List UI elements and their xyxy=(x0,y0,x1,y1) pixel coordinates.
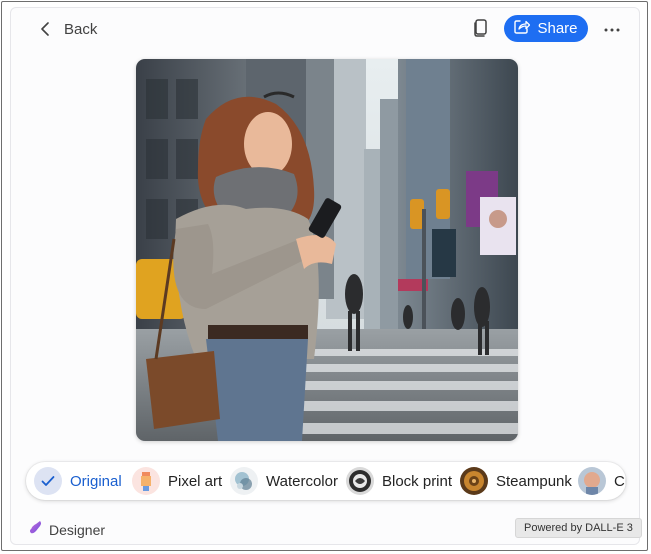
style-label: Cla xyxy=(614,472,626,490)
chevron-left-icon xyxy=(40,22,50,36)
generated-image xyxy=(136,59,518,441)
style-label: Watercolor xyxy=(266,472,338,490)
share-label: Share xyxy=(537,20,578,37)
copy-icon xyxy=(472,19,490,42)
clay-thumbnail-icon xyxy=(578,467,606,495)
style-chip-pixel-art[interactable]: Pixel art xyxy=(132,466,222,496)
style-chip-steampunk[interactable]: Steampunk xyxy=(460,466,572,496)
style-selector-bar: Original Pixel art Watercolor Block prin… xyxy=(26,462,626,500)
style-chip-watercolor[interactable]: Watercolor xyxy=(230,466,338,496)
steampunk-thumbnail-icon xyxy=(460,467,488,495)
block-print-thumbnail-icon xyxy=(346,467,374,495)
powered-by-badge: Powered by DALL-E 3 xyxy=(515,518,642,538)
checkmark-icon xyxy=(34,467,62,495)
style-chip-block-print[interactable]: Block print xyxy=(346,466,452,496)
style-label: Steampunk xyxy=(496,472,572,490)
back-button[interactable]: Back xyxy=(40,18,97,40)
designer-label: Designer xyxy=(49,521,106,538)
style-label: Block print xyxy=(382,472,453,490)
designer-brand: Designer xyxy=(28,519,105,540)
pixel-art-thumbnail-icon xyxy=(132,467,160,495)
designer-logo-icon xyxy=(28,519,44,540)
share-icon xyxy=(514,19,531,38)
back-label: Back xyxy=(64,20,98,38)
style-label: Pixel art xyxy=(168,472,223,490)
watercolor-thumbnail-icon xyxy=(230,467,258,495)
style-chip-claymation[interactable]: Cla xyxy=(578,466,626,496)
more-options-button[interactable] xyxy=(603,18,621,38)
share-button[interactable]: Share xyxy=(504,15,588,42)
style-label: Original xyxy=(70,472,122,490)
style-chip-original[interactable]: Original xyxy=(34,466,122,496)
copy-button[interactable] xyxy=(472,18,490,38)
more-horizontal-icon xyxy=(604,19,620,37)
